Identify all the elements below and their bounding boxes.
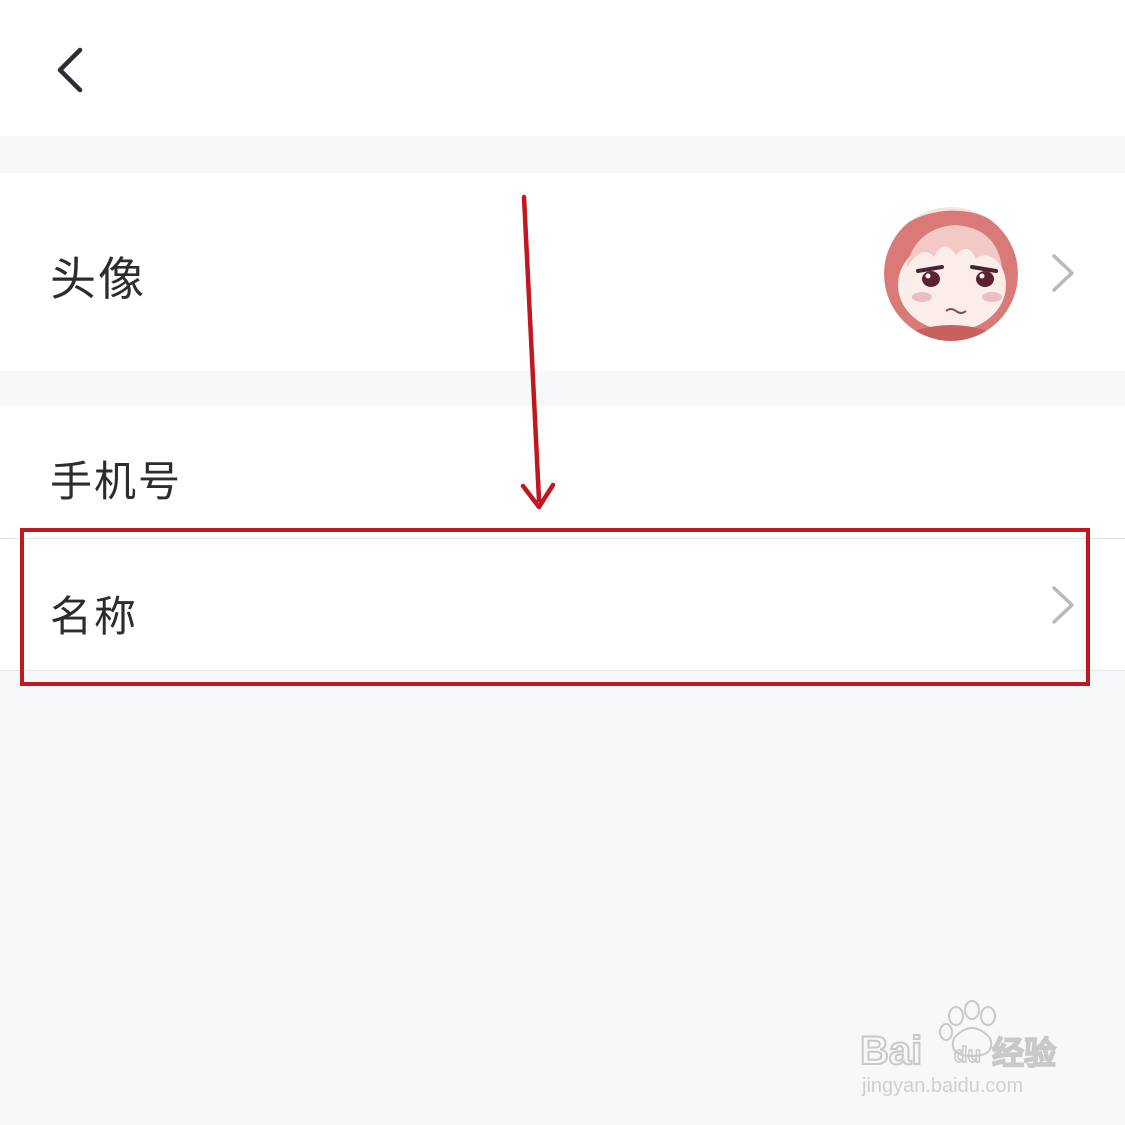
avatar-image — [884, 207, 1018, 341]
avatar-row-label: 头像 — [50, 252, 146, 306]
svg-text:Bai: Bai — [860, 1029, 922, 1073]
top-bar — [0, 0, 1125, 136]
name-row[interactable]: 名称 — [0, 539, 1125, 671]
svg-text:经验: 经验 — [992, 1034, 1056, 1072]
back-button[interactable] — [40, 36, 104, 100]
chevron-left-icon — [57, 47, 83, 93]
baidu-logo: Bai du 经验 jingyan.baidu.com — [859, 1000, 1057, 1097]
avatar — [884, 207, 1018, 341]
name-row-label: 名称 — [50, 592, 139, 641]
avatar-row[interactable]: 头像 — [0, 173, 1125, 371]
svg-text:jingyan.baidu.com: jingyan.baidu.com — [861, 1075, 1023, 1097]
phone-row[interactable]: 手机号 — [0, 406, 1125, 538]
chevron-right-icon — [1052, 254, 1074, 292]
chevron-right-icon — [1052, 586, 1074, 624]
svg-text:du: du — [954, 1042, 981, 1067]
phone-row-label: 手机号 — [50, 457, 183, 506]
baidu-jingyan-watermark: Bai du 经验 jingyan.baidu.com — [858, 996, 1078, 1106]
